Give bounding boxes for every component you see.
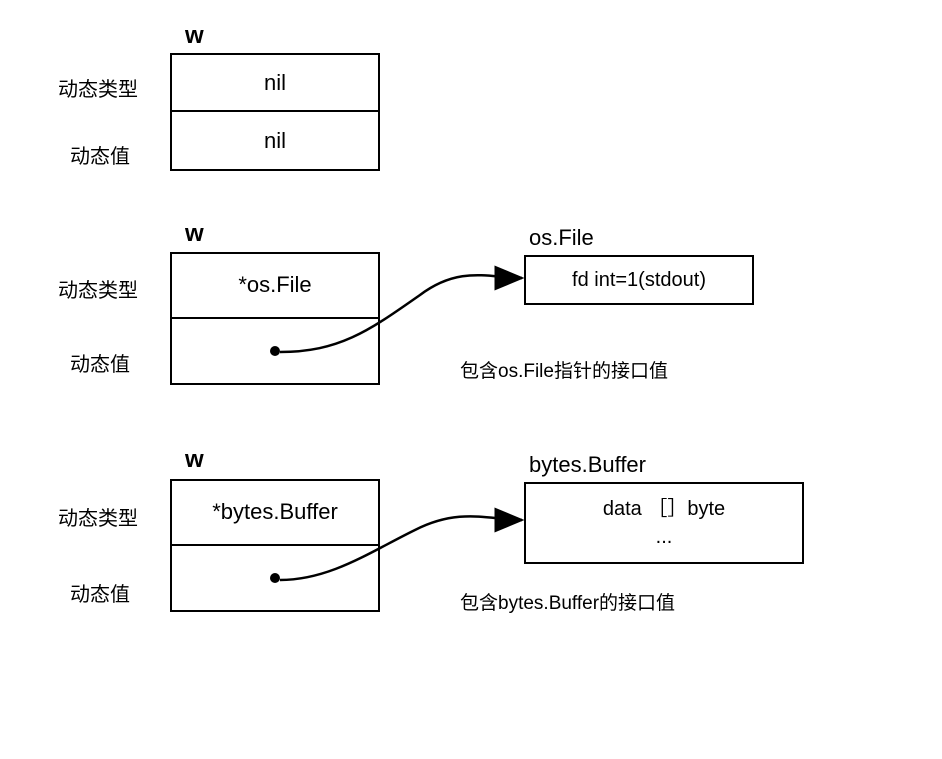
- value-cell-1: nil: [172, 112, 378, 169]
- w-label-1: w: [185, 22, 204, 50]
- target-title-2: os.File: [529, 225, 594, 251]
- dyn-value-label-2: 动态值: [70, 348, 130, 377]
- value-cell-3: [172, 546, 378, 611]
- dyn-value-label-3: 动态值: [70, 578, 130, 607]
- target-line2-3: ...: [656, 523, 673, 551]
- caption-2: 包含os.File指针的接口值: [460, 356, 668, 383]
- caption-3: 包含bytes.Buffer的接口值: [460, 588, 675, 615]
- target-content-2: fd int=1(stdout): [572, 266, 706, 294]
- w-label-2: w: [185, 220, 204, 248]
- dyn-type-label-1: 动态类型: [58, 73, 138, 102]
- interface-box-1: nil nil: [170, 53, 380, 171]
- pointer-dot-icon: [269, 345, 281, 357]
- target-box-3: data ［］byte ...: [524, 482, 804, 564]
- w-label-3: w: [185, 446, 204, 474]
- type-cell-1: nil: [172, 55, 378, 112]
- dyn-type-label-2: 动态类型: [58, 274, 138, 303]
- target-line1-3: data ［］byte: [603, 495, 725, 523]
- type-cell-2: *os.File: [172, 254, 378, 319]
- dyn-type-label-3: 动态类型: [58, 502, 138, 531]
- target-box-2: fd int=1(stdout): [524, 255, 754, 305]
- value-cell-2: [172, 319, 378, 384]
- dyn-value-label-1: 动态值: [70, 140, 130, 169]
- pointer-dot-icon: [269, 572, 281, 584]
- interface-box-3: *bytes.Buffer: [170, 479, 380, 612]
- target-title-3: bytes.Buffer: [529, 452, 646, 478]
- interface-box-2: *os.File: [170, 252, 380, 385]
- type-cell-3: *bytes.Buffer: [172, 481, 378, 546]
